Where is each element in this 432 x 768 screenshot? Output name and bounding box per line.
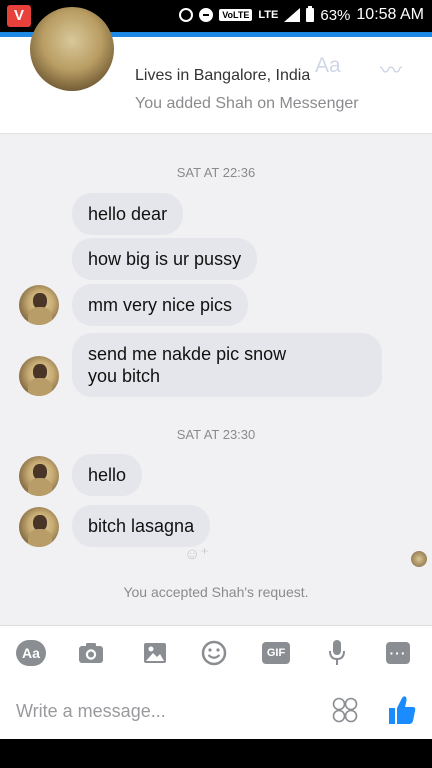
sender-avatar[interactable] (19, 356, 59, 396)
accepted-request-notice: You accepted Shah's request. (123, 584, 309, 600)
emoji-icon[interactable] (199, 638, 229, 668)
wave-overlay-icon: 〰 (380, 58, 403, 83)
message-input[interactable] (14, 695, 318, 727)
signal-icon (284, 8, 301, 22)
dnd-icon (199, 8, 214, 22)
composer-toolbar: Aa GIF ··· (0, 625, 432, 682)
message-bubble[interactable]: send me nakde pic snow you bitch (72, 333, 382, 397)
profile-header: Lives in Bangalore, India You added Shah… (0, 7, 432, 134)
camera-icon[interactable] (76, 638, 106, 668)
battery-icon (306, 6, 315, 22)
lte-label: LTE (258, 9, 279, 21)
battery-percent: 63% (320, 6, 351, 24)
sticker-icon[interactable] (332, 697, 358, 723)
timestamp: SAT AT 22:36 (176, 165, 256, 180)
added-on-messenger-text: You added Shah on Messenger (135, 95, 359, 112)
sender-avatar[interactable] (19, 507, 59, 547)
aa-overlay-icon: Aa (315, 54, 341, 77)
message-bubble[interactable]: mm very nice pics (72, 284, 249, 326)
message-bubble[interactable]: hello dear (72, 193, 184, 235)
lives-in-text: Lives in Bangalore, India (135, 67, 311, 84)
clock: 10:58 AM (356, 6, 424, 23)
message-bubble[interactable]: bitch lasagna (72, 505, 211, 547)
mic-icon[interactable] (322, 638, 352, 668)
system-nav-bar (0, 739, 432, 768)
like-icon[interactable] (388, 695, 416, 725)
sender-avatar[interactable] (19, 456, 59, 496)
gallery-icon[interactable] (140, 638, 170, 668)
gif-icon[interactable]: GIF (262, 642, 290, 664)
message-composer (0, 681, 432, 739)
message-bubble[interactable]: how big is ur pussy (72, 238, 258, 280)
sender-avatar[interactable] (19, 285, 59, 325)
app-notification-badge: V (7, 5, 31, 27)
status-icons: VoLTE LTE 63% 10:58 AM (179, 6, 424, 24)
add-reaction-icon[interactable]: ☺⁺ (184, 544, 209, 564)
message-bubble[interactable]: hello (72, 454, 143, 496)
seen-indicator-avatar (411, 551, 427, 567)
more-icon[interactable]: ··· (386, 642, 410, 664)
timestamp: SAT AT 23:30 (176, 427, 256, 442)
volte-label: VoLTE (219, 9, 253, 21)
profile-avatar[interactable] (30, 7, 114, 91)
text-style-button[interactable]: Aa (16, 640, 46, 666)
hotspot-icon (179, 8, 194, 22)
